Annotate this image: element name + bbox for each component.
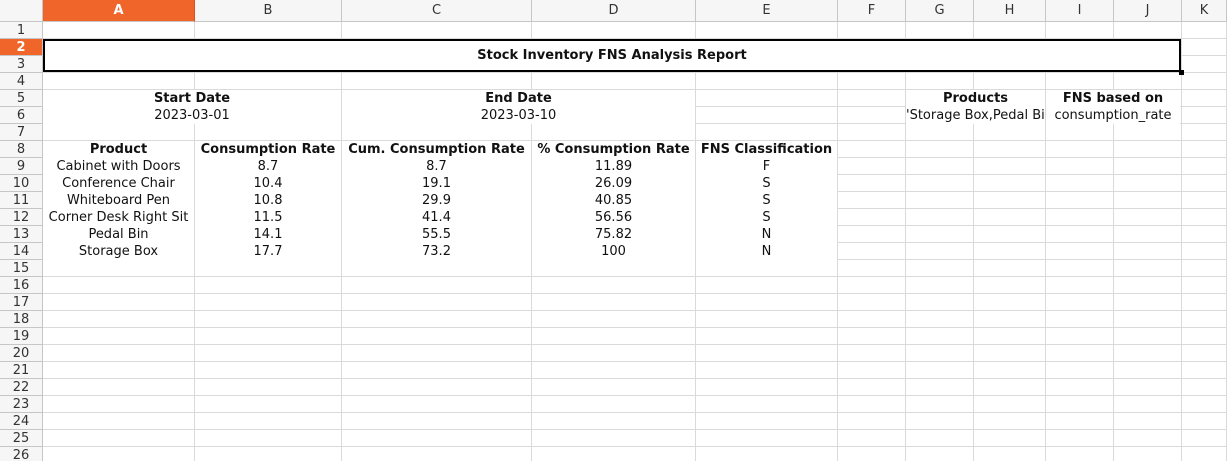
table-cell[interactable]: S: [696, 175, 837, 192]
table-cell[interactable]: 73.2: [342, 243, 531, 260]
table-header-cell[interactable]: FNS Classification: [696, 141, 837, 158]
end-date-label[interactable]: End Date: [342, 90, 695, 107]
row-header-17[interactable]: 17: [0, 294, 43, 311]
table-cell[interactable]: Pedal Bin: [43, 226, 194, 243]
column-header-f[interactable]: F: [838, 0, 906, 22]
row-header-10[interactable]: 10: [0, 175, 43, 192]
row-header-2[interactable]: 2: [0, 39, 43, 56]
table-header-cell[interactable]: Cum. Consumption Rate: [342, 141, 531, 158]
table-cell[interactable]: F: [696, 158, 837, 175]
report-title-cell[interactable]: Stock Inventory FNS Analysis Report: [43, 39, 1181, 72]
table-header-cell[interactable]: % Consumption Rate: [532, 141, 695, 158]
table-cell[interactable]: 11.89: [532, 158, 695, 175]
table-cell[interactable]: 56.56: [532, 209, 695, 226]
table-cell[interactable]: 100: [532, 243, 695, 260]
table-cell[interactable]: 55.5: [342, 226, 531, 243]
table-cell[interactable]: 40.85: [532, 192, 695, 209]
row-header-8[interactable]: 8: [0, 141, 43, 158]
column-header-e[interactable]: E: [696, 0, 838, 22]
table-cell[interactable]: Conference Chair: [43, 175, 194, 192]
products-value[interactable]: 'Storage Box,Pedal Bin: [906, 107, 1045, 124]
start-date-value[interactable]: 2023-03-01: [43, 107, 341, 124]
selection-fill-handle[interactable]: [1179, 70, 1184, 75]
table-cell[interactable]: 10.4: [195, 175, 341, 192]
row-header-6[interactable]: 6: [0, 107, 43, 124]
row-header-18[interactable]: 18: [0, 311, 43, 328]
table-cell[interactable]: Corner Desk Right Sit: [43, 209, 194, 226]
row-header-15[interactable]: 15: [0, 260, 43, 277]
column-header-b[interactable]: B: [195, 0, 342, 22]
row-header-7[interactable]: 7: [0, 124, 43, 141]
table-header-cell[interactable]: Product: [43, 141, 194, 158]
table-cell[interactable]: Storage Box: [43, 243, 194, 260]
table-cell[interactable]: Whiteboard Pen: [43, 192, 194, 209]
row-header-12[interactable]: 12: [0, 209, 43, 226]
products-label[interactable]: Products: [906, 90, 1045, 107]
fns-based-on-label[interactable]: FNS based on: [1046, 90, 1180, 107]
table-cell[interactable]: 17.7: [195, 243, 341, 260]
column-header-c[interactable]: C: [342, 0, 532, 22]
row-header-5[interactable]: 5: [0, 90, 43, 107]
table-cell[interactable]: 19.1: [342, 175, 531, 192]
select-all-corner[interactable]: [0, 0, 43, 22]
table-cell[interactable]: 14.1: [195, 226, 341, 243]
end-date-value[interactable]: 2023-03-10: [342, 107, 695, 124]
row-header-11[interactable]: 11: [0, 192, 43, 209]
spreadsheet[interactable]: ABCDEFGHIJK 1 2 3 4 5 6 7 8 9 10 11 12 13 14 15 16 17 18 1…: [0, 0, 1227, 461]
column-header-j[interactable]: J: [1114, 0, 1182, 22]
table-cell[interactable]: 11.5: [195, 209, 341, 226]
table-cell[interactable]: 8.7: [342, 158, 531, 175]
row-header-22[interactable]: 22: [0, 379, 43, 396]
column-header-g[interactable]: G: [906, 0, 974, 22]
table-cell[interactable]: 75.82: [532, 226, 695, 243]
column-header-d[interactable]: D: [532, 0, 696, 22]
start-date-label[interactable]: Start Date: [43, 90, 341, 107]
row-header-1[interactable]: 1: [0, 22, 43, 39]
row-header-24[interactable]: 24: [0, 413, 43, 430]
table-cell[interactable]: S: [696, 209, 837, 226]
column-header-a[interactable]: A: [43, 0, 195, 22]
table-cell[interactable]: 26.09: [532, 175, 695, 192]
row-header-13[interactable]: 13: [0, 226, 43, 243]
row-header-14[interactable]: 14: [0, 243, 43, 260]
row-header-21[interactable]: 21: [0, 362, 43, 379]
fns-based-on-value[interactable]: consumption_rate: [1046, 107, 1180, 124]
table-cell[interactable]: 10.8: [195, 192, 341, 209]
table-cell[interactable]: Cabinet with Doors: [43, 158, 194, 175]
table-header-cell[interactable]: Consumption Rate: [195, 141, 341, 158]
table-cell[interactable]: 29.9: [342, 192, 531, 209]
table-cell[interactable]: S: [696, 192, 837, 209]
row-header-26[interactable]: 26: [0, 447, 43, 461]
column-header-k[interactable]: K: [1182, 0, 1227, 22]
table-cell[interactable]: N: [696, 243, 837, 260]
table-cell[interactable]: 8.7: [195, 158, 341, 175]
row-header-19[interactable]: 19: [0, 328, 43, 345]
row-header-20[interactable]: 20: [0, 345, 43, 362]
report-title: Stock Inventory FNS Analysis Report: [477, 48, 747, 63]
table-cell[interactable]: 41.4: [342, 209, 531, 226]
row-header-16[interactable]: 16: [0, 277, 43, 294]
row-header-4[interactable]: 4: [0, 73, 43, 90]
column-header-i[interactable]: I: [1046, 0, 1114, 22]
row-header-9[interactable]: 9: [0, 158, 43, 175]
row-header-25[interactable]: 25: [0, 430, 43, 447]
table-cell[interactable]: N: [696, 226, 837, 243]
column-header-h[interactable]: H: [974, 0, 1046, 22]
row-header-3[interactable]: 3: [0, 56, 43, 73]
row-header-23[interactable]: 23: [0, 396, 43, 413]
